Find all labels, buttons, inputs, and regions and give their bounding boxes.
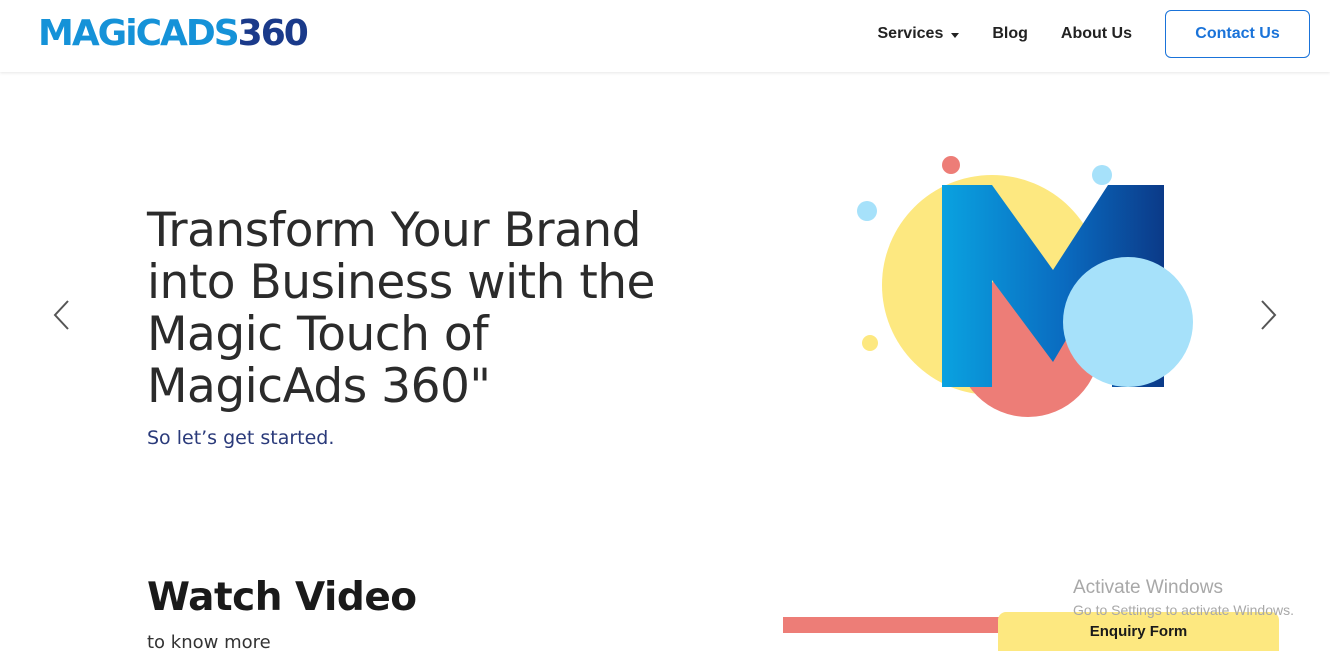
small-red-dot [942, 156, 960, 174]
watch-video-subtitle: to know more [147, 632, 271, 651]
enquiry-form-button[interactable]: Enquiry Form [998, 612, 1279, 651]
logo-text: MAGiCADS360 [38, 13, 309, 54]
hero-title-line: into Business with the [147, 255, 655, 310]
watermark-line-1: Activate Windows [1073, 577, 1223, 598]
hero-subtitle: So let’s get started. [147, 427, 335, 449]
small-yellow-dot [862, 335, 878, 351]
contact-us-label: Contact Us [1195, 25, 1280, 42]
nav-services-label: Services [877, 25, 944, 42]
main-nav: Services Blog About Us Contact Us [845, 10, 1310, 58]
hero-title: Transform Your Brand into Business with … [147, 205, 747, 413]
nav-about[interactable]: About Us [1061, 25, 1132, 43]
hero-title-line: Magic Touch of [147, 307, 489, 362]
hero-m-logo-graphic [857, 156, 1193, 417]
site-header: MAGiCADS360 Services Blog About Us Conta… [0, 0, 1330, 72]
watch-video-title: Watch Video [147, 575, 417, 620]
light-blue-circle [1063, 257, 1193, 387]
caret-down-icon [951, 32, 960, 38]
contact-us-button[interactable]: Contact Us [1165, 10, 1310, 58]
chevron-right-icon[interactable] [1258, 298, 1278, 332]
small-blue-dot-right [1092, 165, 1112, 185]
hero-title-line: MagicAds 360" [147, 359, 491, 414]
logo[interactable]: MAGiCADS360 [38, 13, 309, 54]
decorative-red-bar [783, 617, 1013, 633]
chevron-left-icon[interactable] [52, 298, 72, 332]
nav-services[interactable]: Services [878, 25, 960, 43]
enquiry-form-label: Enquiry Form [1089, 623, 1188, 640]
nav-about-label: About Us [1060, 25, 1132, 42]
nav-blog-label: Blog [992, 25, 1028, 42]
nav-blog[interactable]: Blog [992, 25, 1028, 43]
small-blue-dot-left [857, 201, 877, 221]
hero-title-line: Transform Your Brand [147, 203, 642, 258]
